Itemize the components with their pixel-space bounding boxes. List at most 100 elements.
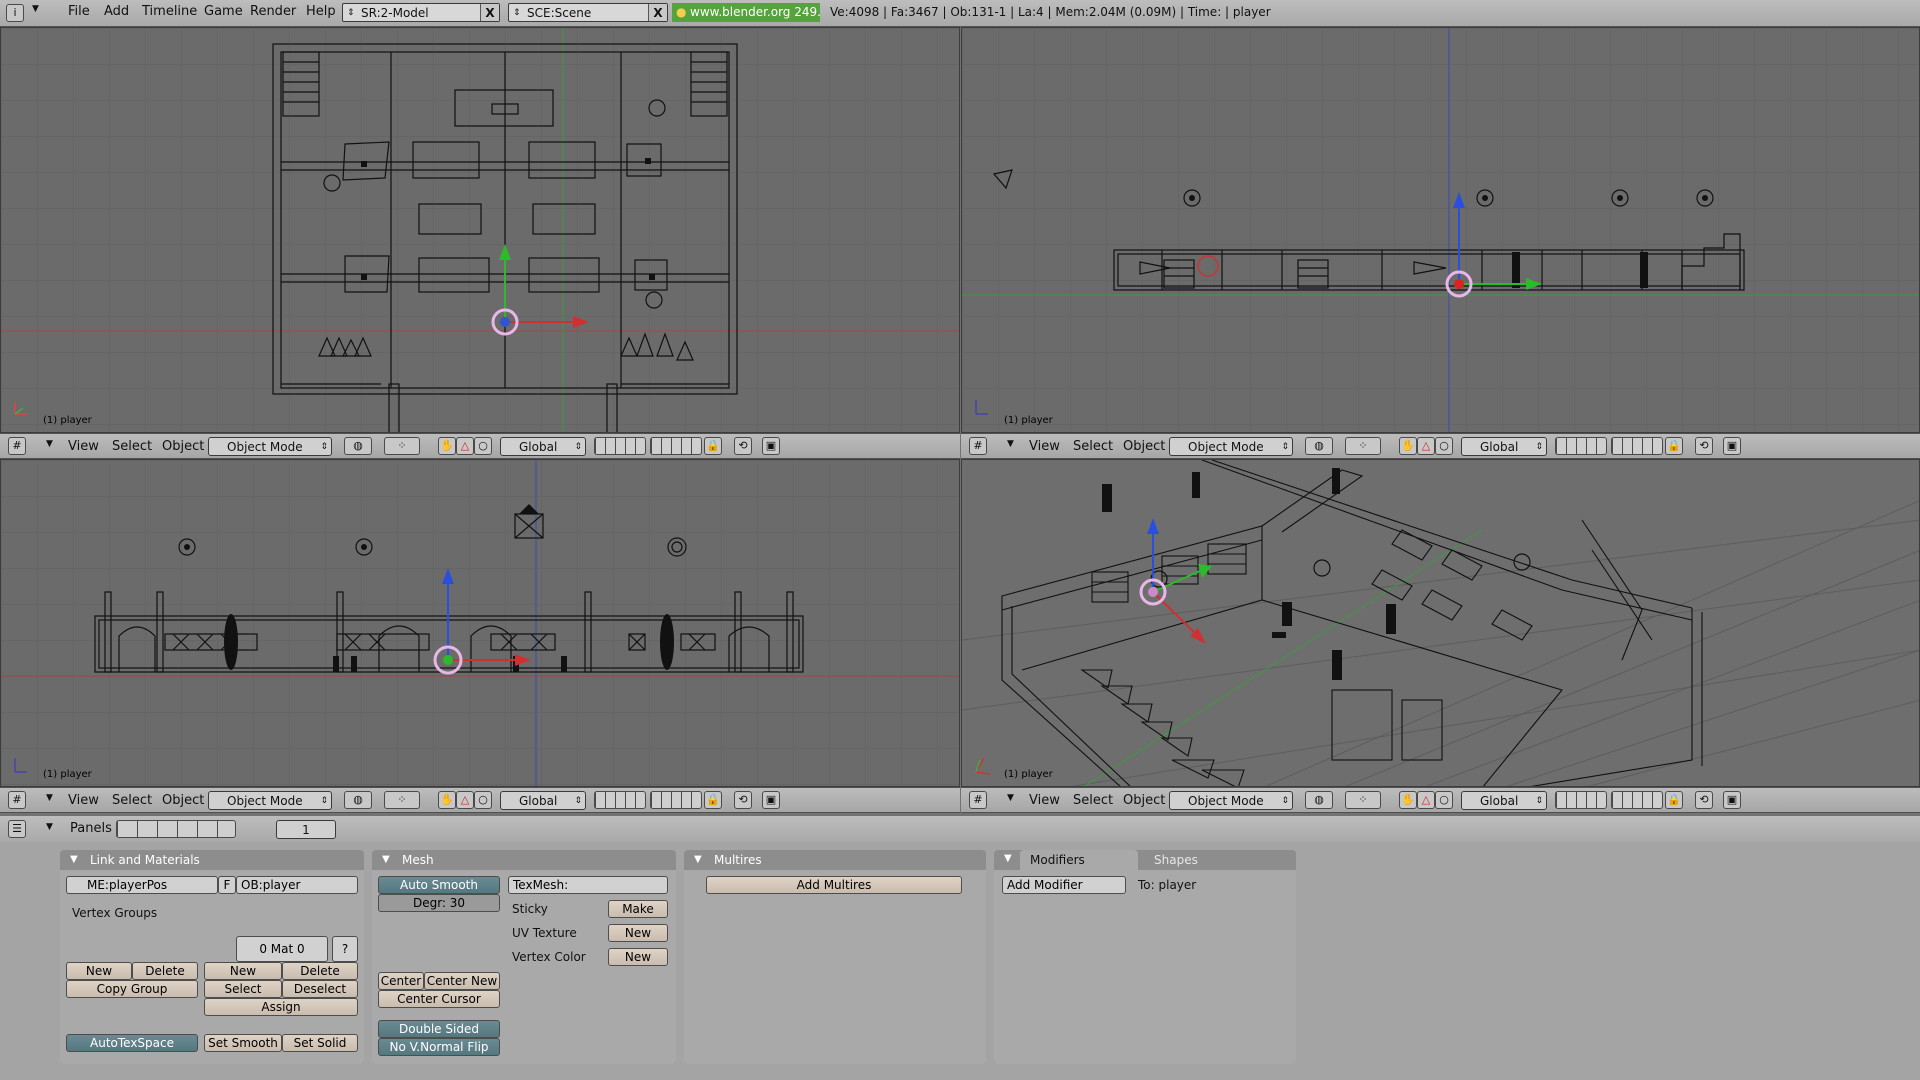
tab-shapes[interactable]: Shapes	[1142, 850, 1268, 870]
layer-buttons[interactable]	[594, 791, 646, 809]
render-icon[interactable]: ▣	[1723, 437, 1741, 455]
page-stepper[interactable]: 1	[276, 820, 336, 839]
mode-select[interactable]: Object Mode ⇕	[1169, 437, 1293, 456]
info-icon[interactable]: i	[6, 4, 24, 22]
snap-icon[interactable]: ⟲	[734, 437, 752, 455]
snap-icon[interactable]: ⟲	[734, 791, 752, 809]
vgroup-delete-button[interactable]: Delete	[132, 962, 198, 980]
scale-icon[interactable]: ○	[474, 791, 492, 809]
grid-icon[interactable]: #	[8, 791, 26, 809]
mat-select-button[interactable]: Select	[204, 980, 282, 998]
panel-title[interactable]: Mesh	[372, 850, 676, 870]
vcol-new-button[interactable]: New	[608, 948, 668, 966]
vgroup-new-button[interactable]: New	[66, 962, 132, 980]
layer-buttons[interactable]	[650, 791, 702, 809]
draw-type-icon[interactable]: ◍	[1305, 437, 1333, 455]
screen-selector[interactable]: ⇕ SR:2-Model X	[342, 3, 500, 22]
menu-select[interactable]: Select	[1073, 793, 1113, 808]
add-multires-button[interactable]: Add Multires	[706, 876, 962, 894]
lock-icon[interactable]: 🔒	[704, 791, 722, 809]
menu-game[interactable]: Game	[204, 4, 243, 19]
layer-buttons[interactable]	[594, 437, 646, 455]
scale-icon[interactable]: ○	[1435, 791, 1453, 809]
lock-icon[interactable]: 🔒	[704, 437, 722, 455]
mat-deselect-button[interactable]: Deselect	[282, 980, 358, 998]
close-icon[interactable]: X	[648, 4, 667, 21]
viewport-front[interactable]: (1) player	[0, 459, 960, 787]
copy-group-button[interactable]: Copy Group	[66, 980, 198, 998]
scene-selector[interactable]: ⇕ SCE:Scene X	[508, 3, 668, 22]
grid-icon[interactable]: #	[969, 791, 987, 809]
set-solid-button[interactable]: Set Solid	[282, 1034, 358, 1052]
chevron-down-icon[interactable]: ▼	[1007, 439, 1014, 449]
chevron-down-icon[interactable]: ▼	[46, 793, 53, 803]
orientation-select[interactable]: Global ⇕	[1461, 791, 1547, 810]
menu-help[interactable]: Help	[306, 4, 336, 19]
layer-buttons[interactable]	[1611, 437, 1663, 455]
pivot-icon[interactable]: ⁘	[384, 791, 420, 809]
texmesh-field[interactable]: TexMesh:	[508, 876, 668, 894]
menu-view[interactable]: View	[1029, 793, 1060, 808]
hand-icon[interactable]: ✋	[1399, 791, 1417, 809]
menu-object[interactable]: Object	[1123, 793, 1165, 808]
pivot-icon[interactable]: ⁘	[384, 437, 420, 455]
lock-icon[interactable]: 🔒	[1665, 437, 1683, 455]
rotate-icon[interactable]: △	[456, 437, 474, 455]
panel-title[interactable]: Multires	[684, 850, 986, 870]
hand-icon[interactable]: ✋	[438, 791, 456, 809]
draw-type-icon[interactable]: ◍	[344, 437, 372, 455]
layer-buttons[interactable]	[1611, 791, 1663, 809]
menu-object[interactable]: Object	[162, 793, 204, 808]
scale-icon[interactable]: ○	[474, 437, 492, 455]
fake-user-button[interactable]: F	[218, 876, 236, 894]
close-icon[interactable]: X	[480, 4, 499, 21]
center-new-button[interactable]: Center New	[424, 972, 500, 990]
center-button[interactable]: Center	[378, 972, 424, 990]
menu-render[interactable]: Render	[250, 4, 296, 19]
chevron-down-icon[interactable]: ▼	[1004, 853, 1012, 864]
context-buttons[interactable]	[116, 820, 236, 838]
rotate-icon[interactable]: △	[1417, 437, 1435, 455]
mat-delete-button[interactable]: Delete	[282, 962, 358, 980]
menu-select[interactable]: Select	[112, 439, 152, 454]
menu-file[interactable]: File	[68, 4, 90, 19]
render-icon[interactable]: ▣	[762, 791, 780, 809]
menu-select[interactable]: Select	[1073, 439, 1113, 454]
layer-buttons[interactable]	[1555, 437, 1607, 455]
render-icon[interactable]: ▣	[1723, 791, 1741, 809]
set-smooth-button[interactable]: Set Smooth	[204, 1034, 282, 1052]
scale-icon[interactable]: ○	[1435, 437, 1453, 455]
orientation-select[interactable]: Global ⇕	[500, 791, 586, 810]
buttons-window-icon[interactable]: ☰	[8, 820, 26, 838]
render-icon[interactable]: ▣	[762, 437, 780, 455]
mesh-name-field[interactable]: ME:playerPos	[66, 876, 218, 894]
lock-icon[interactable]: 🔒	[1665, 791, 1683, 809]
grid-icon[interactable]: #	[969, 437, 987, 455]
help-button[interactable]: ?	[332, 936, 358, 962]
pivot-icon[interactable]: ⁘	[1345, 791, 1381, 809]
draw-type-icon[interactable]: ◍	[1305, 791, 1333, 809]
menu-add[interactable]: Add	[104, 4, 129, 19]
uv-new-button[interactable]: New	[608, 924, 668, 942]
sticky-make-button[interactable]: Make	[608, 900, 668, 918]
mat-assign-button[interactable]: Assign	[204, 998, 358, 1016]
hand-icon[interactable]: ✋	[438, 437, 456, 455]
object-name-field[interactable]: OB:player	[236, 876, 358, 894]
mode-select[interactable]: Object Mode ⇕	[1169, 791, 1293, 810]
viewport-top[interactable]: (1) player	[0, 27, 960, 433]
degr-slider[interactable]: Degr: 30	[378, 894, 500, 912]
snap-icon[interactable]: ⟲	[1695, 437, 1713, 455]
mode-select[interactable]: Object Mode ⇕	[208, 791, 332, 810]
no-vnormal-flip-toggle[interactable]: No V.Normal Flip	[378, 1038, 500, 1056]
snap-icon[interactable]: ⟲	[1695, 791, 1713, 809]
rotate-icon[interactable]: △	[1417, 791, 1435, 809]
menu-object[interactable]: Object	[1123, 439, 1165, 454]
auto-smooth-toggle[interactable]: Auto Smooth	[378, 876, 500, 894]
menu-timeline[interactable]: Timeline	[142, 4, 197, 19]
menu-view[interactable]: View	[68, 793, 99, 808]
menu-view[interactable]: View	[68, 439, 99, 454]
grid-icon[interactable]: #	[8, 437, 26, 455]
mat-new-button[interactable]: New	[204, 962, 282, 980]
chevron-down-icon[interactable]: ▼	[46, 822, 53, 832]
mode-select[interactable]: Object Mode ⇕	[208, 437, 332, 456]
